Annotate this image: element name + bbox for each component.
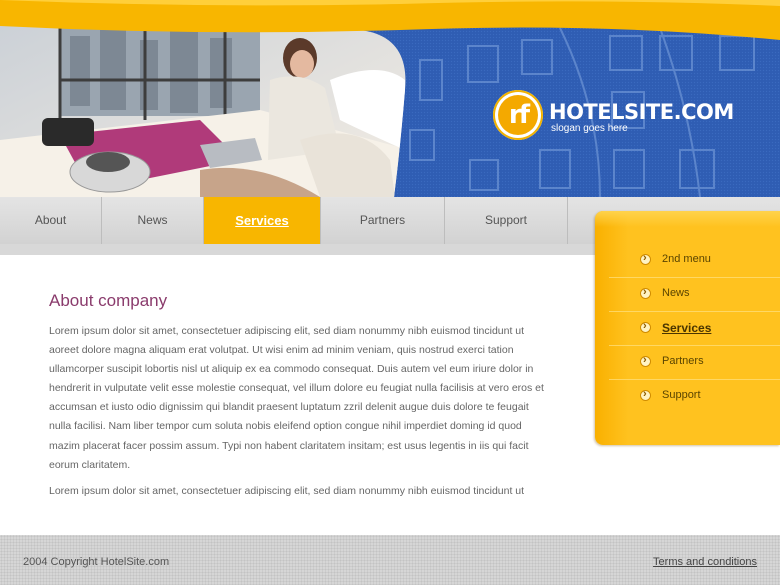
logo-badge-icon: rf [493,90,543,140]
logo-slogan: slogan goes here [551,123,628,134]
nav-item-partners[interactable]: Partners [321,197,445,244]
side-menu-item-2nd-menu[interactable]: 2nd menu [609,243,780,278]
nav-item-about[interactable]: About [0,197,102,244]
nav-item-support[interactable]: Support [445,197,568,244]
logo-title: HOTELSITE.COM [549,100,734,124]
arrow-right-icon [640,286,651,299]
arrow-right-icon [640,252,651,265]
side-menu: 2nd menu News Services Partners Support [595,211,780,445]
side-menu-label: Partners [662,355,704,367]
side-menu-item-news[interactable]: News [609,277,780,312]
side-menu-item-partners[interactable]: Partners [609,345,780,380]
content-paragraph: Lorem ipsum dolor sit amet, consectetuer… [49,485,525,497]
side-menu-item-support[interactable]: Support [609,379,780,413]
side-menu-label: 2nd menu [662,253,711,265]
header-banner: rf HOTELSITE.COM slogan goes here [0,0,780,197]
arrow-right-icon [640,354,651,367]
side-menu-label: Services [662,321,712,335]
arrow-right-icon [640,320,651,333]
site-logo[interactable]: rf HOTELSITE.COM slogan goes here [493,90,753,150]
side-menu-label: News [662,287,690,299]
content-paragraph: Lorem ipsum dolor sit amet, consectetuer… [49,325,544,471]
header-yellow-wave [0,0,780,40]
copyright-text: 2004 Copyright HotelSite.com [23,556,170,568]
side-menu-item-services[interactable]: Services [609,311,780,346]
nav-item-services[interactable]: Services [204,197,321,244]
footer: 2004 Copyright HotelSite.com Terms and c… [0,535,780,585]
terms-link[interactable]: Terms and conditions [653,556,757,568]
nav-item-news[interactable]: News [102,197,204,244]
page-title: About company [49,291,168,310]
arrow-right-icon [640,388,651,401]
side-menu-label: Support [662,389,701,401]
